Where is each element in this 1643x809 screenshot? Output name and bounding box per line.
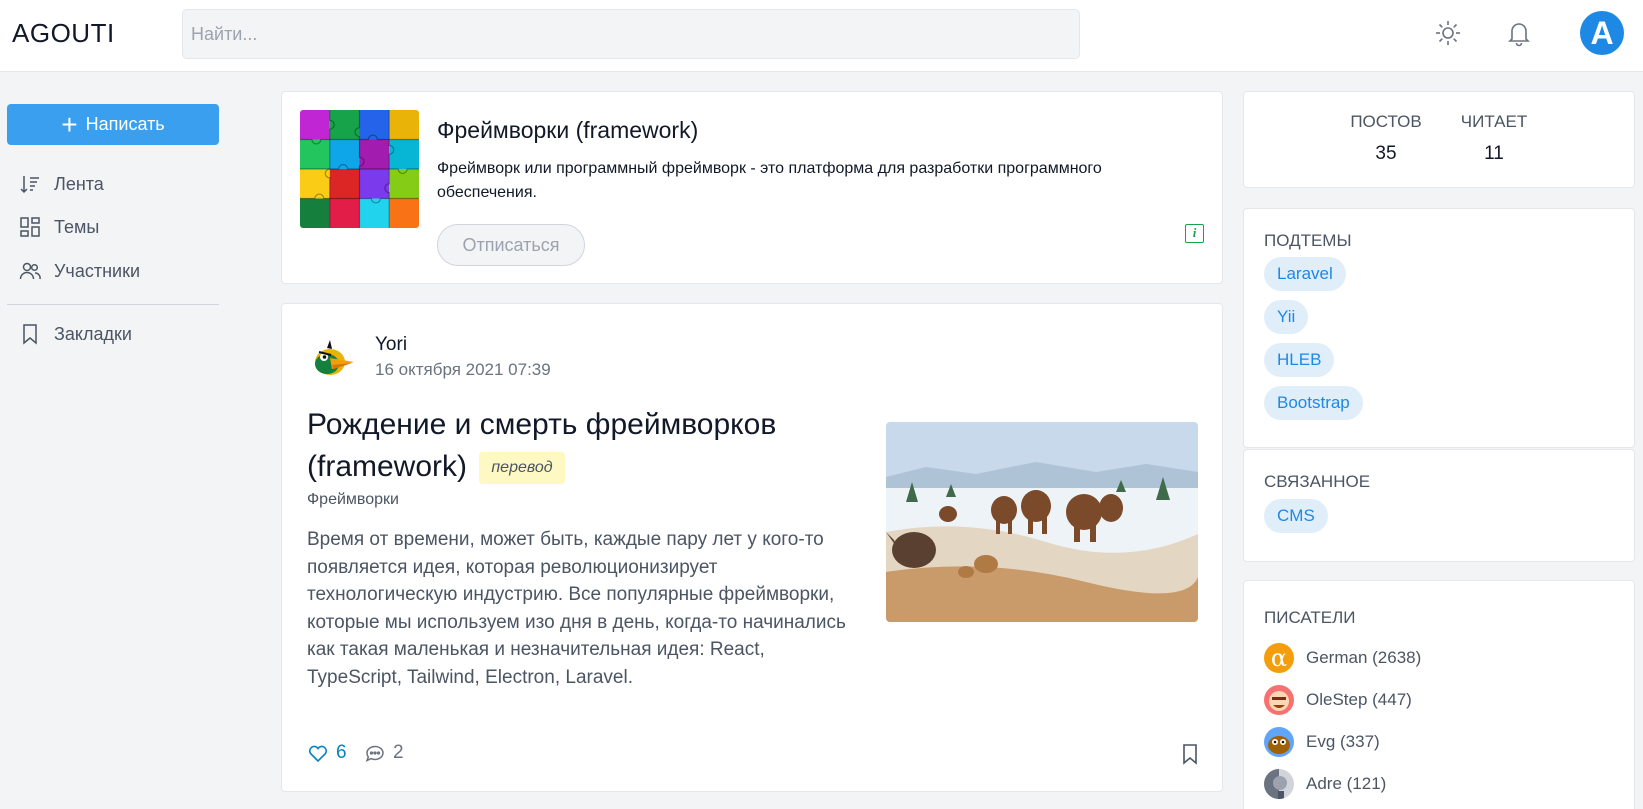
sidebar-item-feed[interactable]: Лента	[18, 168, 104, 200]
topic-description: Фреймворк или программный фреймворк - эт…	[437, 160, 1102, 201]
grid-icon	[20, 217, 40, 237]
svg-text:α: α	[1271, 644, 1287, 672]
stat-readers: ЧИТАЕТ 11	[1444, 112, 1544, 165]
subtopics-title: ПОДТЕМЫ	[1264, 231, 1352, 250]
stat-posts-value: 35	[1375, 143, 1397, 164]
writers-card: ПИСАТЕЛИ α German (2638) OleStep (447) E…	[1243, 580, 1635, 809]
writer-name: Adre (121)	[1306, 774, 1387, 793]
search-input[interactable]	[182, 9, 1080, 59]
write-button[interactable]: + Написать	[7, 104, 219, 145]
writer-avatar: α	[1264, 643, 1294, 673]
writer-item[interactable]: α German (2638)	[1264, 642, 1421, 674]
sidebar-item-bookmarks[interactable]: Закладки	[18, 318, 132, 350]
write-button-label: Написать	[85, 114, 165, 134]
subtopics-card: ПОДТЕМЫ Laravel Yii HLEB Bootstrap	[1243, 208, 1635, 448]
author-avatar[interactable]	[310, 336, 356, 382]
writers-title: ПИСАТЕЛИ	[1264, 608, 1356, 627]
sidebar-item-label: Темы	[54, 216, 100, 237]
plus-icon: +	[61, 108, 78, 140]
stat-readers-label: ЧИТАЕТ	[1460, 112, 1528, 131]
info-icon[interactable]: i	[1185, 224, 1204, 243]
post-topic-link[interactable]: Фреймворки	[307, 491, 399, 509]
bookmark-icon	[23, 324, 37, 345]
user-avatar[interactable]: A	[1580, 11, 1624, 55]
sun-icon[interactable]	[1432, 17, 1464, 49]
unsubscribe-button[interactable]: Отписаться	[437, 224, 585, 266]
users-icon	[19, 262, 41, 280]
like-count: 6	[336, 742, 347, 763]
site-logo[interactable]: AGOUTI	[12, 18, 115, 49]
topic-title: Фреймворки (framework)	[437, 117, 699, 143]
writer-avatar	[1264, 685, 1294, 715]
writer-name: OleStep (447)	[1306, 690, 1412, 709]
subtopic-bootstrap[interactable]: Bootstrap	[1264, 386, 1363, 420]
comment-icon	[365, 745, 384, 762]
post-title[interactable]: Рождение и смерть фреймворков (framework…	[307, 404, 867, 488]
sidebar-divider	[7, 304, 219, 305]
translation-badge: перевод	[479, 452, 565, 485]
sidebar-item-label: Закладки	[54, 323, 132, 344]
stat-readers-value: 11	[1484, 143, 1504, 164]
topic-card: Фреймворки (framework) Фреймворк или про…	[281, 91, 1223, 284]
post-author[interactable]: Yori	[375, 334, 407, 356]
writer-item[interactable]: Evg (337)	[1264, 726, 1380, 758]
writer-name: Evg (337)	[1306, 732, 1380, 751]
stat-posts-label: ПОСТОВ	[1350, 112, 1422, 131]
writer-avatar	[1264, 727, 1294, 757]
bell-icon[interactable]	[1503, 17, 1535, 49]
sidebar-item-topics[interactable]: Темы	[18, 211, 99, 243]
heart-icon	[308, 745, 328, 763]
comments-link[interactable]: 2	[363, 741, 404, 765]
top-header: AGOUTI A	[0, 0, 1643, 72]
post-date: 16 октября 2021 07:39	[375, 360, 551, 379]
subtopic-yii[interactable]: Yii	[1264, 300, 1309, 334]
sort-icon	[20, 176, 39, 194]
like-button[interactable]: 6	[306, 741, 347, 765]
post-image-mammoths[interactable]	[886, 422, 1198, 622]
sidebar-item-label: Лента	[54, 173, 104, 194]
writer-item[interactable]: Adre (121)	[1264, 768, 1386, 800]
post-card: Yori 16 октября 2021 07:39 Рождение и см…	[281, 303, 1223, 792]
sidebar-item-label: Участники	[54, 260, 140, 281]
writer-name: German (2638)	[1306, 648, 1422, 667]
writer-item[interactable]: OleStep (447)	[1264, 684, 1412, 716]
related-cms[interactable]: CMS	[1264, 499, 1328, 533]
subtopic-hleb[interactable]: HLEB	[1264, 343, 1335, 377]
sidebar-item-members[interactable]: Участники	[18, 255, 140, 287]
comment-count: 2	[393, 742, 404, 763]
bookmark-icon[interactable]	[1178, 742, 1202, 766]
post-excerpt: Время от времени, может быть, каждые пар…	[307, 529, 846, 688]
related-title: СВЯЗАННОЕ	[1264, 472, 1371, 491]
writer-avatar	[1264, 769, 1294, 799]
stat-posts: ПОСТОВ 35	[1336, 112, 1436, 165]
topic-stats-card: ПОСТОВ 35 ЧИТАЕТ 11	[1243, 91, 1635, 188]
topic-image-puzzle	[300, 110, 419, 228]
subtopic-laravel[interactable]: Laravel	[1264, 257, 1346, 291]
related-card: СВЯЗАННОЕ CMS	[1243, 449, 1635, 562]
